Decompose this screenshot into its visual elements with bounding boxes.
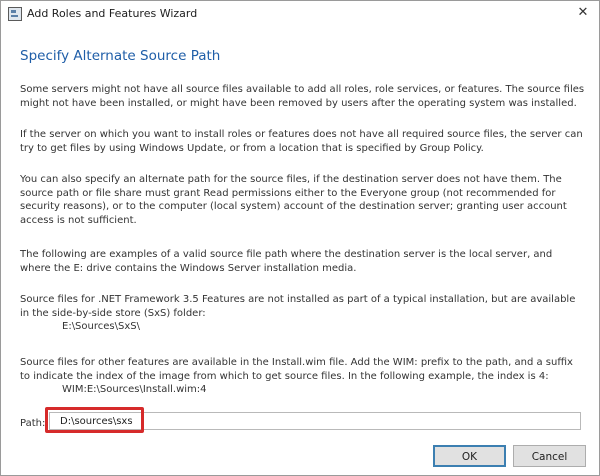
- description-paragraph-2: If the server on which you want to insta…: [20, 129, 583, 154]
- wim-example-block: Source files for other features are avai…: [20, 356, 586, 397]
- ok-button[interactable]: OK: [433, 445, 506, 467]
- close-button[interactable]: ✕: [571, 3, 595, 23]
- description-paragraph-3: You can also specify an alternate path f…: [20, 174, 567, 226]
- cancel-button[interactable]: Cancel: [513, 445, 586, 467]
- page-heading: Specify Alternate Source Path: [20, 48, 221, 64]
- sxs-example-path: E:\Sources\SxS\: [62, 321, 140, 332]
- path-input[interactable]: [49, 412, 581, 430]
- window-title: Add Roles and Features Wizard: [27, 7, 198, 20]
- description-paragraph-1: Some servers might not have all source f…: [20, 84, 585, 109]
- wim-paragraph: Source files for other features are avai…: [20, 357, 573, 382]
- wizard-window: Add Roles and Features Wizard ✕ Specify …: [0, 0, 600, 476]
- description-paragraph-4: The following are examples of a valid so…: [20, 249, 553, 274]
- path-label: Path:: [20, 418, 46, 429]
- wim-example-path: WIM:E:\Sources\Install.wim:4: [62, 384, 207, 395]
- server-manager-app-icon: [8, 7, 22, 21]
- sxs-example-block: Source files for .NET Framework 3.5 Feat…: [20, 293, 586, 334]
- sxs-paragraph: Source files for .NET Framework 3.5 Feat…: [20, 294, 576, 319]
- title-bar[interactable]: Add Roles and Features Wizard ✕: [1, 1, 599, 27]
